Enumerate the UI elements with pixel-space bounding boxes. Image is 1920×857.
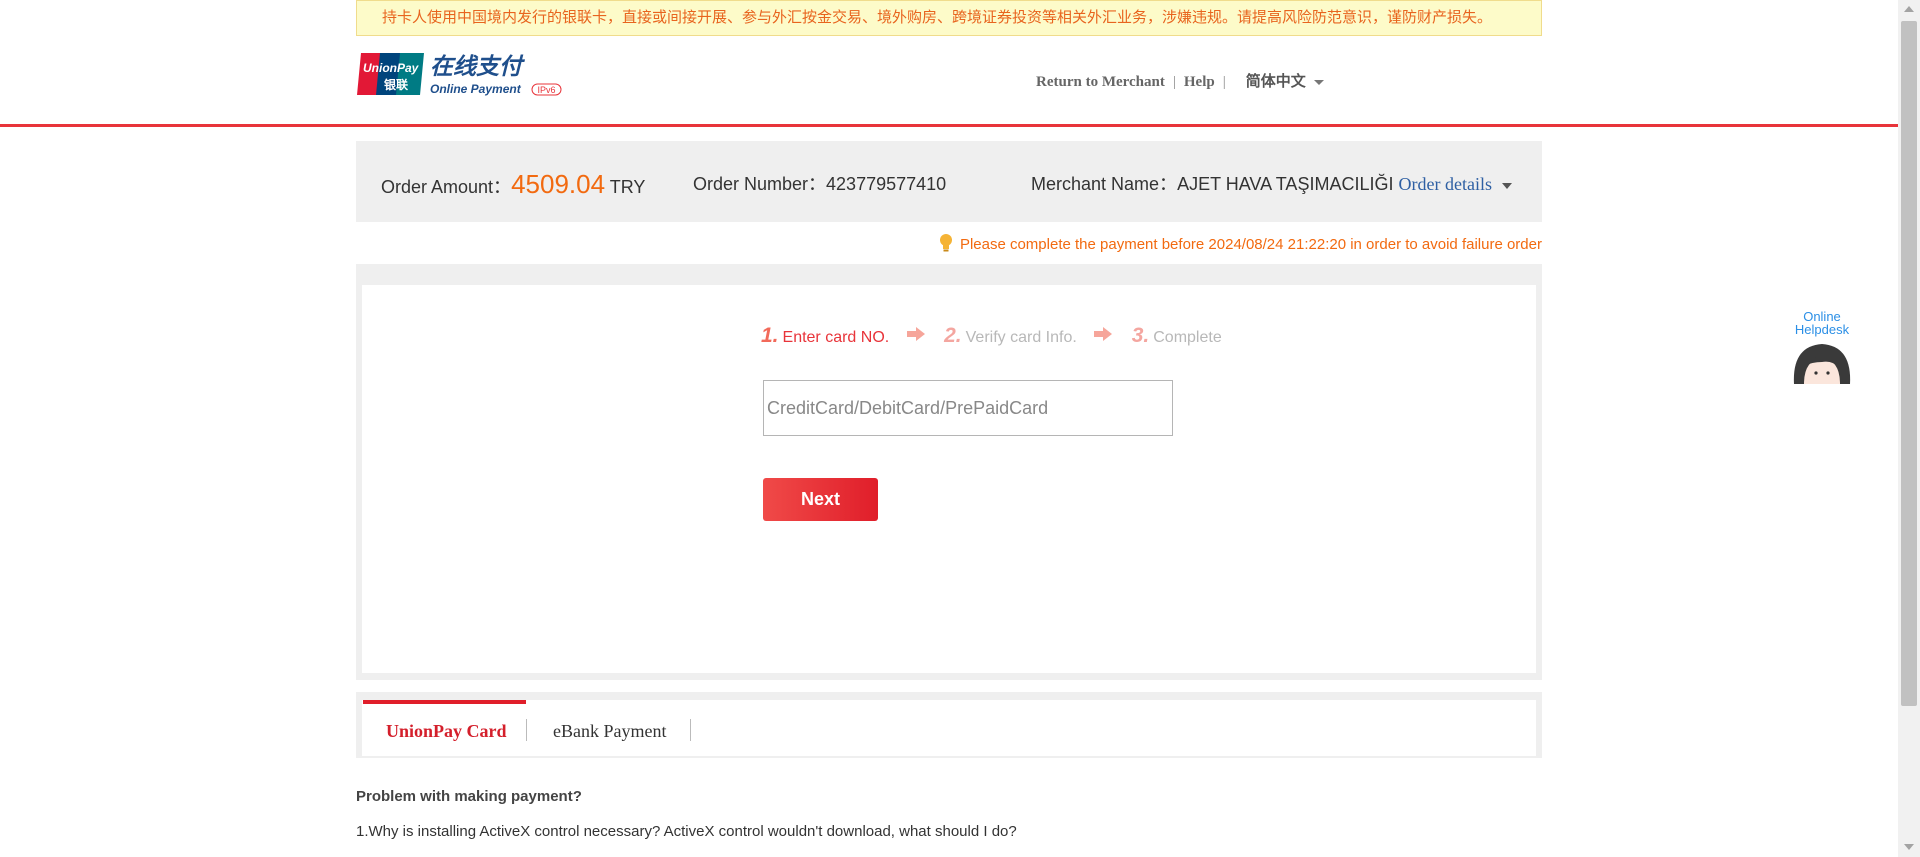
scroll-up-arrow-icon[interactable] (1904, 6, 1914, 12)
step-number: 3. (1131, 324, 1150, 347)
help-link[interactable]: Help (1184, 74, 1215, 90)
caret-down-icon (1501, 182, 1512, 189)
card-number-input[interactable] (763, 380, 1173, 436)
nav-separator: | (1172, 74, 1176, 90)
tab-divider (690, 719, 691, 741)
chevron-down-icon (1313, 80, 1324, 86)
step-label: Verify card Info. (965, 329, 1077, 346)
active-tab-indicator (363, 700, 526, 704)
logo-ipv6-badge: IPv6 (537, 85, 555, 95)
logo-brand-line1: UnionPay (363, 61, 420, 75)
step-complete: 3. Complete (1132, 324, 1222, 348)
tab-unionpay-card[interactable]: UnionPay Card (386, 721, 507, 742)
order-details-link[interactable]: Order details (1398, 174, 1512, 194)
step-label: Enter card NO. (782, 329, 890, 346)
order-details-label: Order details (1398, 174, 1492, 194)
nav-separator: | (1222, 74, 1226, 90)
step-number: 1. (761, 324, 779, 347)
scrollbar-thumb[interactable] (1901, 21, 1917, 706)
tab-ebank-payment[interactable]: eBank Payment (553, 721, 666, 742)
order-number-value: 423779577410 (826, 174, 947, 194)
risk-notice-banner: 持卡人使用中国境内发行的银联卡，直接或间接开展、参与外汇按金交易、境外购房、跨境… (356, 0, 1542, 36)
faq-item-activex[interactable]: 1.Why is installing ActiveX control nece… (356, 823, 1017, 840)
helpdesk-line2: Helpdesk (1794, 322, 1850, 337)
merchant-name-value: AJET HAVA TAŞIMACILIĞI (1177, 174, 1394, 194)
arrow-right-icon (1093, 326, 1113, 346)
top-nav: Return to Merchant | Help | 简体中文 (1036, 70, 1324, 91)
order-number: Order Number：423779577410 (693, 141, 946, 227)
logo-title-cn: 在线支付 (430, 54, 526, 80)
order-number-label: Order Number： (693, 174, 827, 194)
step-label: Complete (1153, 329, 1222, 346)
order-amount: Order Amount：4509.04 TRY (381, 141, 645, 230)
step-enter-card: 1. Enter card NO. (761, 324, 889, 348)
language-label: 简体中文 (1245, 74, 1306, 90)
logo-brand-line2: 银联 (384, 77, 408, 92)
helpdesk-avatar-icon (1793, 344, 1851, 384)
header-divider (0, 124, 1898, 127)
logo-subtitle: Online Payment (430, 82, 522, 96)
merchant-name: Merchant Name：AJET HAVA TAŞIMACILIĞI Ord… (1031, 141, 1512, 227)
unionpay-logo-mark: UnionPay 银联 在线支付 Online Payment IPv6 (357, 53, 562, 96)
step-verify-card: 2. Verify card Info. (944, 324, 1077, 348)
order-currency: TRY (609, 177, 646, 197)
payment-steps: 1. Enter card NO. 2. Verify card Info. 3. C… (761, 324, 1222, 348)
arrow-right-icon (906, 326, 926, 346)
order-amount-value: 4509.04 (511, 169, 606, 199)
unionpay-logo: UnionPay 银联 在线支付 Online Payment IPv6 (356, 51, 566, 97)
order-info-bar: Order Amount：4509.04 TRY Order Number：42… (356, 141, 1542, 222)
order-amount-label: Order Amount： (381, 177, 512, 197)
payment-tabs (362, 700, 1536, 756)
tab-divider (526, 719, 527, 741)
faq-title: Problem with making payment? (356, 788, 582, 805)
risk-notice-text: 持卡人使用中国境内发行的银联卡，直接或间接开展、参与外汇按金交易、境外购房、跨境… (382, 9, 1493, 26)
return-to-merchant-link[interactable]: Return to Merchant (1036, 74, 1165, 90)
scroll-down-arrow-icon[interactable] (1904, 844, 1914, 850)
language-selector[interactable]: 简体中文 (1246, 74, 1324, 90)
next-button[interactable]: Next (763, 478, 878, 521)
merchant-name-label: Merchant Name： (1031, 174, 1178, 194)
lightbulb-icon (938, 233, 954, 257)
payment-deadline-text: Please complete the payment before 2024/… (959, 235, 1542, 253)
payment-deadline-notice: Please complete the payment before 2024/… (938, 233, 1542, 257)
step-number: 2. (944, 324, 962, 347)
online-helpdesk-widget[interactable]: Online Helpdesk (1790, 310, 1854, 384)
